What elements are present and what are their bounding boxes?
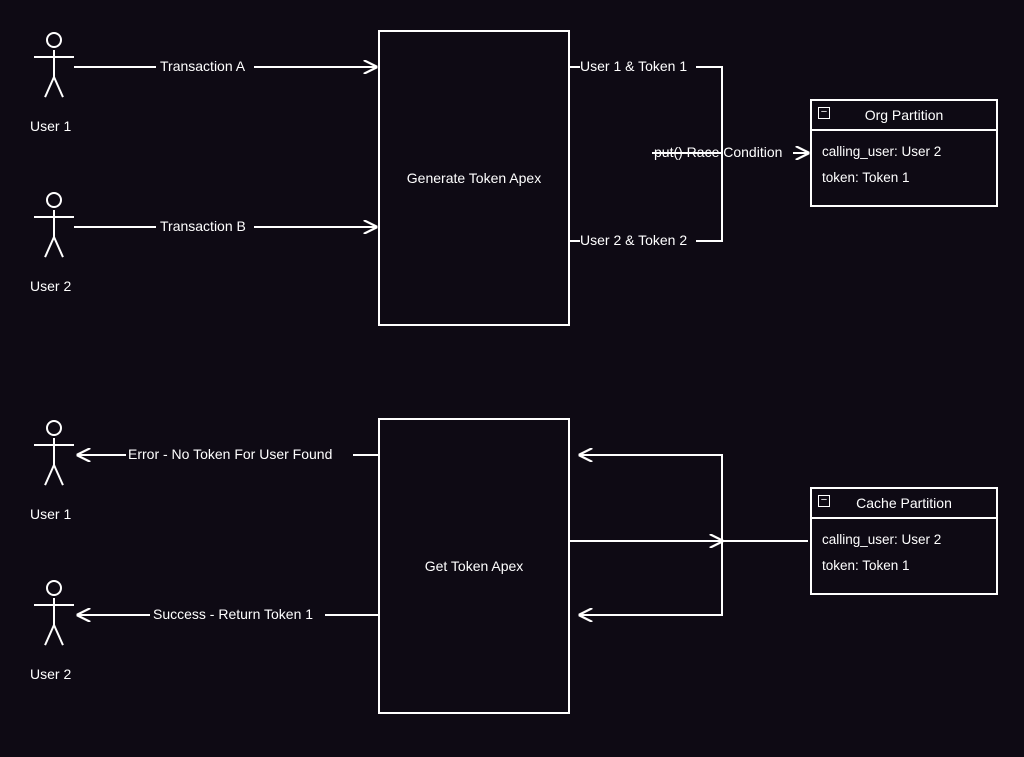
success-msg-label: Success - Return Token 1 [153,606,313,622]
user2-token2-label: User 2 & Token 2 [580,232,687,248]
transaction-b-label: Transaction B [160,218,246,234]
cache-partition-line1: calling_user: User 2 [822,527,986,553]
actor-user2-top [34,192,74,268]
org-partition-title: Org Partition [865,107,944,123]
org-partition-line1: calling_user: User 2 [822,139,986,165]
actor-user1-top-label: User 1 [30,118,71,134]
user1-token1-label: User 1 & Token 1 [580,58,687,74]
actor-user1-bottom [34,420,74,496]
generate-token-apex-box: Generate Token Apex [378,30,570,326]
collapse-icon: − [818,107,830,119]
cache-partition-title: Cache Partition [856,495,952,511]
cache-partition-box: − Cache Partition calling_user: User 2 t… [810,487,998,595]
get-token-apex-box: Get Token Apex [378,418,570,714]
actor-user2-bottom [34,580,74,656]
actor-user2-bottom-label: User 2 [30,666,71,682]
org-partition-line2: token: Token 1 [822,165,986,191]
error-msg-label: Error - No Token For User Found [128,446,332,462]
transaction-a-label: Transaction A [160,58,245,74]
org-partition-box: − Org Partition calling_user: User 2 tok… [810,99,998,207]
collapse-icon: − [818,495,830,507]
diagram-canvas: User 1 User 2 Generate Token Apex − Org … [0,0,1024,757]
actor-user2-top-label: User 2 [30,278,71,294]
actor-user1-bottom-label: User 1 [30,506,71,522]
cache-partition-line2: token: Token 1 [822,553,986,579]
actor-user1-top [34,32,74,108]
generate-token-apex-label: Generate Token Apex [407,170,541,186]
race-condition-label: put() Race Condition [654,144,782,160]
get-token-apex-label: Get Token Apex [425,558,524,574]
